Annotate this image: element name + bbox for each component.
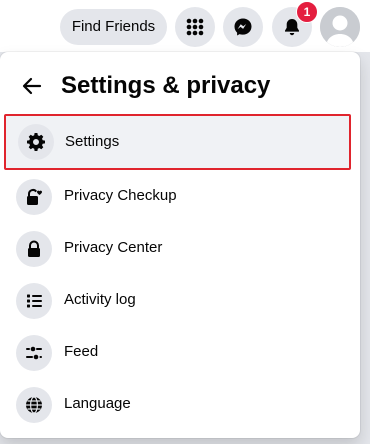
menu-item-privacy-checkup[interactable]: Privacy Checkup [8, 170, 348, 220]
menu-grid-icon [186, 18, 204, 36]
menu-item-language[interactable]: Language [8, 378, 348, 428]
menu-item-settings[interactable]: Settings [4, 114, 351, 170]
menu-button[interactable] [175, 7, 215, 47]
menu-item-label: Privacy Checkup [64, 187, 177, 204]
settings-privacy-panel: Settings & privacy Settings Privacy Chec… [0, 52, 360, 438]
sliders-icon [26, 346, 42, 360]
lock-heart-icon [27, 189, 42, 205]
gear-icon [27, 133, 45, 151]
messenger-icon [234, 18, 252, 36]
panel-title: Settings & privacy [61, 72, 271, 99]
avatar[interactable] [320, 7, 360, 47]
menu-item-label: Feed [64, 343, 99, 360]
top-bar: Find Friends 1 [0, 0, 370, 52]
notification-badge: 1 [296, 1, 318, 23]
menu-item-privacy-center[interactable]: Privacy Center [8, 222, 348, 272]
menu-item-label: Privacy Center [64, 239, 163, 256]
back-arrow-icon[interactable] [20, 74, 44, 98]
menu-item-label: Language [64, 395, 131, 412]
globe-icon [26, 396, 42, 414]
lock-icon [28, 240, 40, 257]
menu-item-label: Activity log [64, 291, 136, 308]
default-avatar-icon [320, 7, 360, 47]
menu-item-activity-log[interactable]: Activity log [8, 274, 348, 324]
list-icon [27, 294, 42, 308]
menu-item-feed[interactable]: Feed [8, 326, 348, 376]
menu-item-label: Settings [65, 133, 120, 150]
find-friends-button[interactable]: Find Friends [60, 9, 167, 45]
messenger-button[interactable] [223, 7, 263, 47]
